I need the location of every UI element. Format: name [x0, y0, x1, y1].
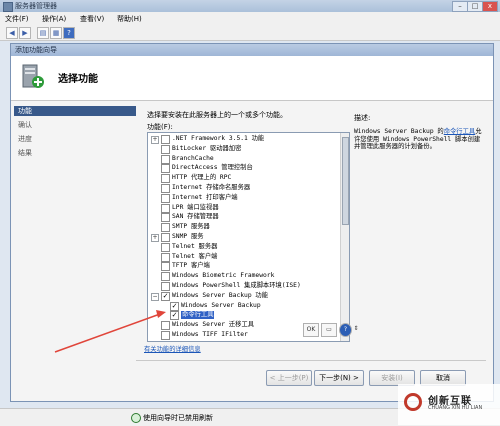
annotation-arrow — [54, 310, 166, 353]
brand-logo-icon — [404, 393, 422, 411]
refresh-icon — [131, 413, 141, 423]
status-text: 使用向导时已禁用刷新 — [143, 414, 213, 422]
watermark-sub: CHUANG XIN HU LIAN — [428, 405, 483, 411]
